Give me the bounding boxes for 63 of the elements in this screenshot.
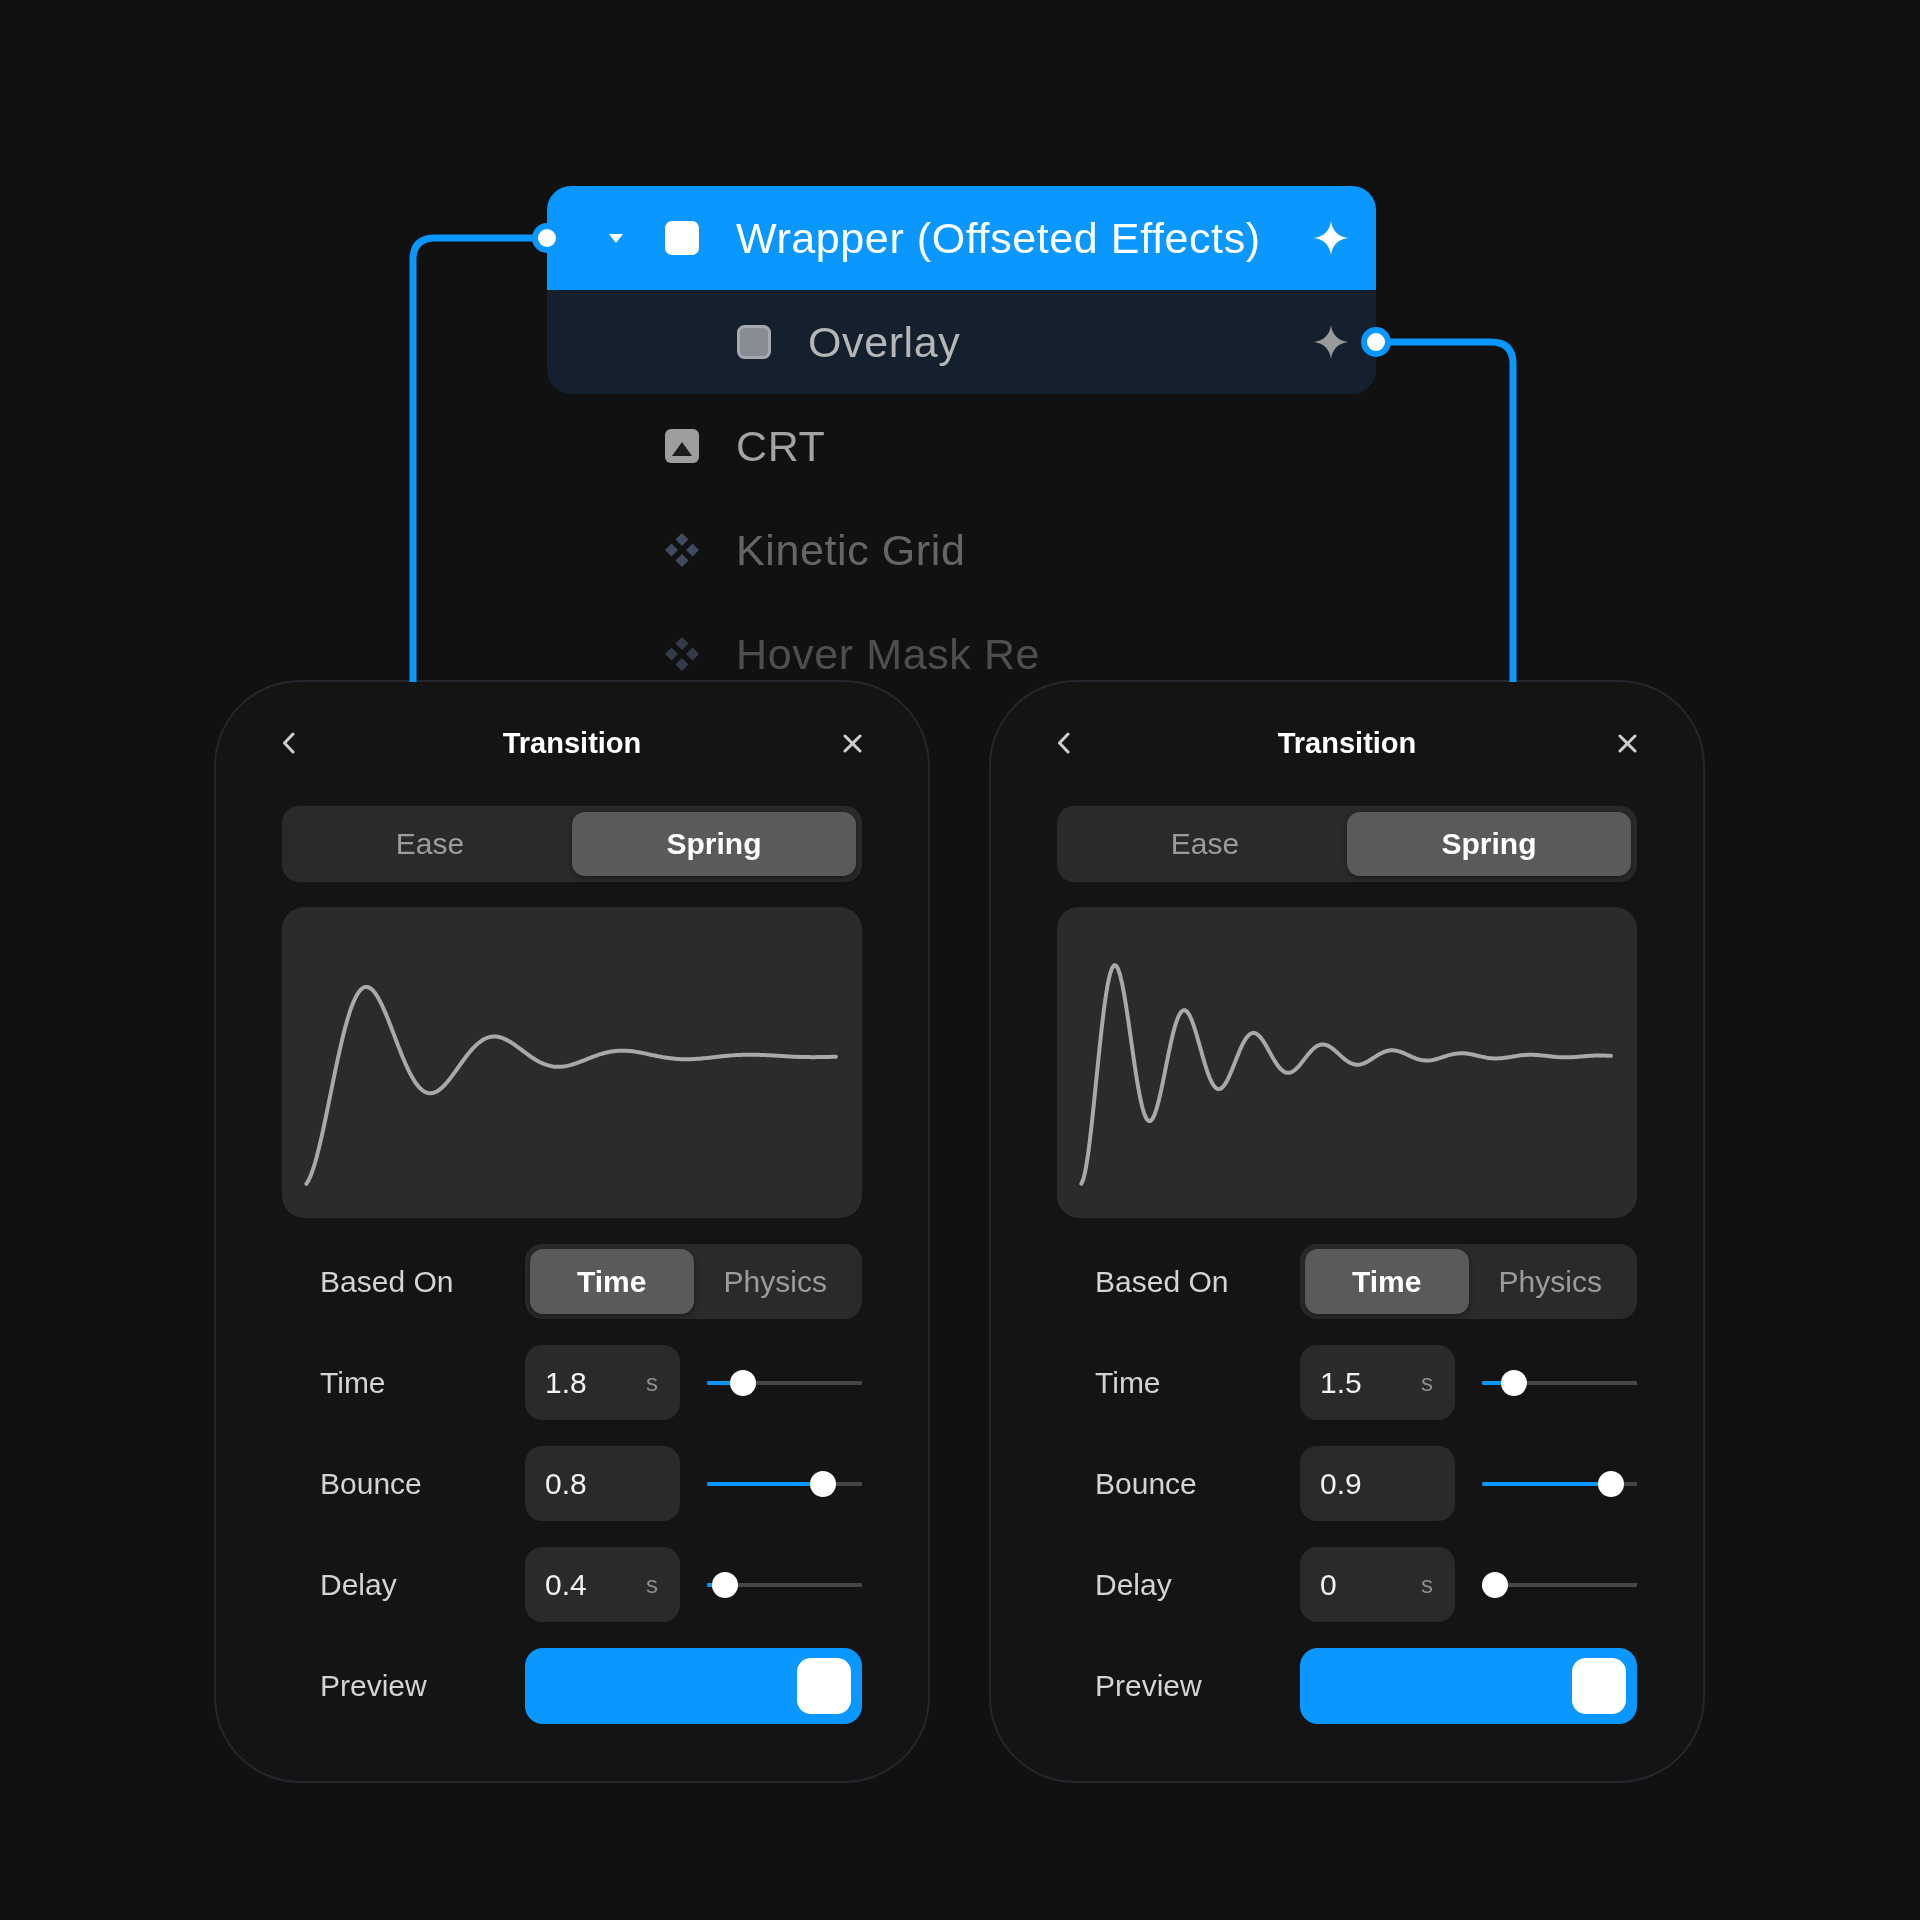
chevron-left-icon (1057, 732, 1070, 754)
unit-label: s (1421, 1368, 1433, 1397)
slider-fill (707, 1380, 731, 1385)
number-field[interactable]: 1.5 s (1300, 1345, 1455, 1420)
toggle-knob (797, 1658, 851, 1714)
unit-label: s (646, 1368, 658, 1397)
layer-name: Wrapper (Offseted Effects) (736, 215, 1262, 261)
segment-tab[interactable]: Ease (1063, 812, 1347, 876)
field-label: Preview (320, 1669, 427, 1703)
slider-fill (1482, 1380, 1502, 1385)
field-label: Bounce (1095, 1466, 1197, 1501)
preview-toggle[interactable] (525, 1648, 862, 1724)
segment-tab[interactable]: Spring (1347, 812, 1631, 876)
close-icon (843, 733, 862, 753)
toggle-knob (1572, 1658, 1626, 1714)
close-icon (1618, 733, 1637, 753)
field-label: Delay (320, 1567, 397, 1602)
segment-tab[interactable]: Physics (693, 1249, 857, 1314)
segment-tab[interactable]: Spring (572, 812, 856, 876)
field-label: Time (1095, 1365, 1161, 1400)
back-button[interactable] (1057, 732, 1070, 754)
slider-thumb[interactable] (1482, 1571, 1508, 1598)
back-button[interactable] (282, 732, 295, 754)
unit-label: s (646, 1570, 658, 1599)
segment-tab[interactable]: Ease (288, 812, 572, 876)
field-label: Bounce (320, 1466, 422, 1501)
number-field[interactable]: 0.4 s (525, 1547, 680, 1622)
layer-name: Overlay (808, 319, 962, 365)
field-label: Preview (1095, 1669, 1202, 1703)
segment-tab[interactable]: Time (530, 1249, 694, 1314)
layer-row[interactable]: Overlay (547, 290, 1376, 394)
number-field[interactable]: 1.8 s (525, 1345, 680, 1420)
segment-tab[interactable]: Time (1305, 1249, 1469, 1314)
field-label: Based On (320, 1264, 454, 1299)
chevron-left-icon (282, 732, 295, 754)
unit-label: s (1421, 1570, 1433, 1599)
slider-thumb[interactable] (1501, 1369, 1528, 1396)
field-label: Time (320, 1365, 386, 1400)
panel-title: Transition (502, 726, 642, 760)
slider-thumb[interactable] (810, 1470, 837, 1497)
number-field[interactable]: 0.9 (1300, 1446, 1455, 1521)
square-icon (737, 325, 771, 359)
field-label: Delay (1095, 1567, 1172, 1602)
slider-thumb[interactable] (730, 1369, 757, 1396)
image-icon (665, 429, 699, 463)
number-field[interactable]: 0.8 (525, 1446, 680, 1521)
caret-icon[interactable] (609, 233, 623, 243)
square-icon (665, 221, 699, 255)
slider-thumb[interactable] (712, 1571, 739, 1598)
segment-tab[interactable]: Physics (1468, 1249, 1632, 1314)
layer-name[interactable]: CRT (736, 423, 1348, 469)
diamond-grid-icon (665, 533, 699, 567)
connector-handle-icon[interactable] (538, 229, 556, 247)
close-button[interactable] (1618, 733, 1637, 753)
slider-fill (707, 1582, 713, 1587)
slider-thumb[interactable] (1598, 1470, 1625, 1497)
preview-toggle[interactable] (1300, 1648, 1637, 1724)
panel-title: Transition (1277, 726, 1417, 760)
diamond-grid-icon (665, 637, 699, 671)
connector-handle-icon[interactable] (1367, 333, 1385, 351)
close-button[interactable] (843, 733, 862, 753)
field-label: Based On (1095, 1264, 1229, 1299)
number-field[interactable]: 0 s (1300, 1547, 1455, 1622)
